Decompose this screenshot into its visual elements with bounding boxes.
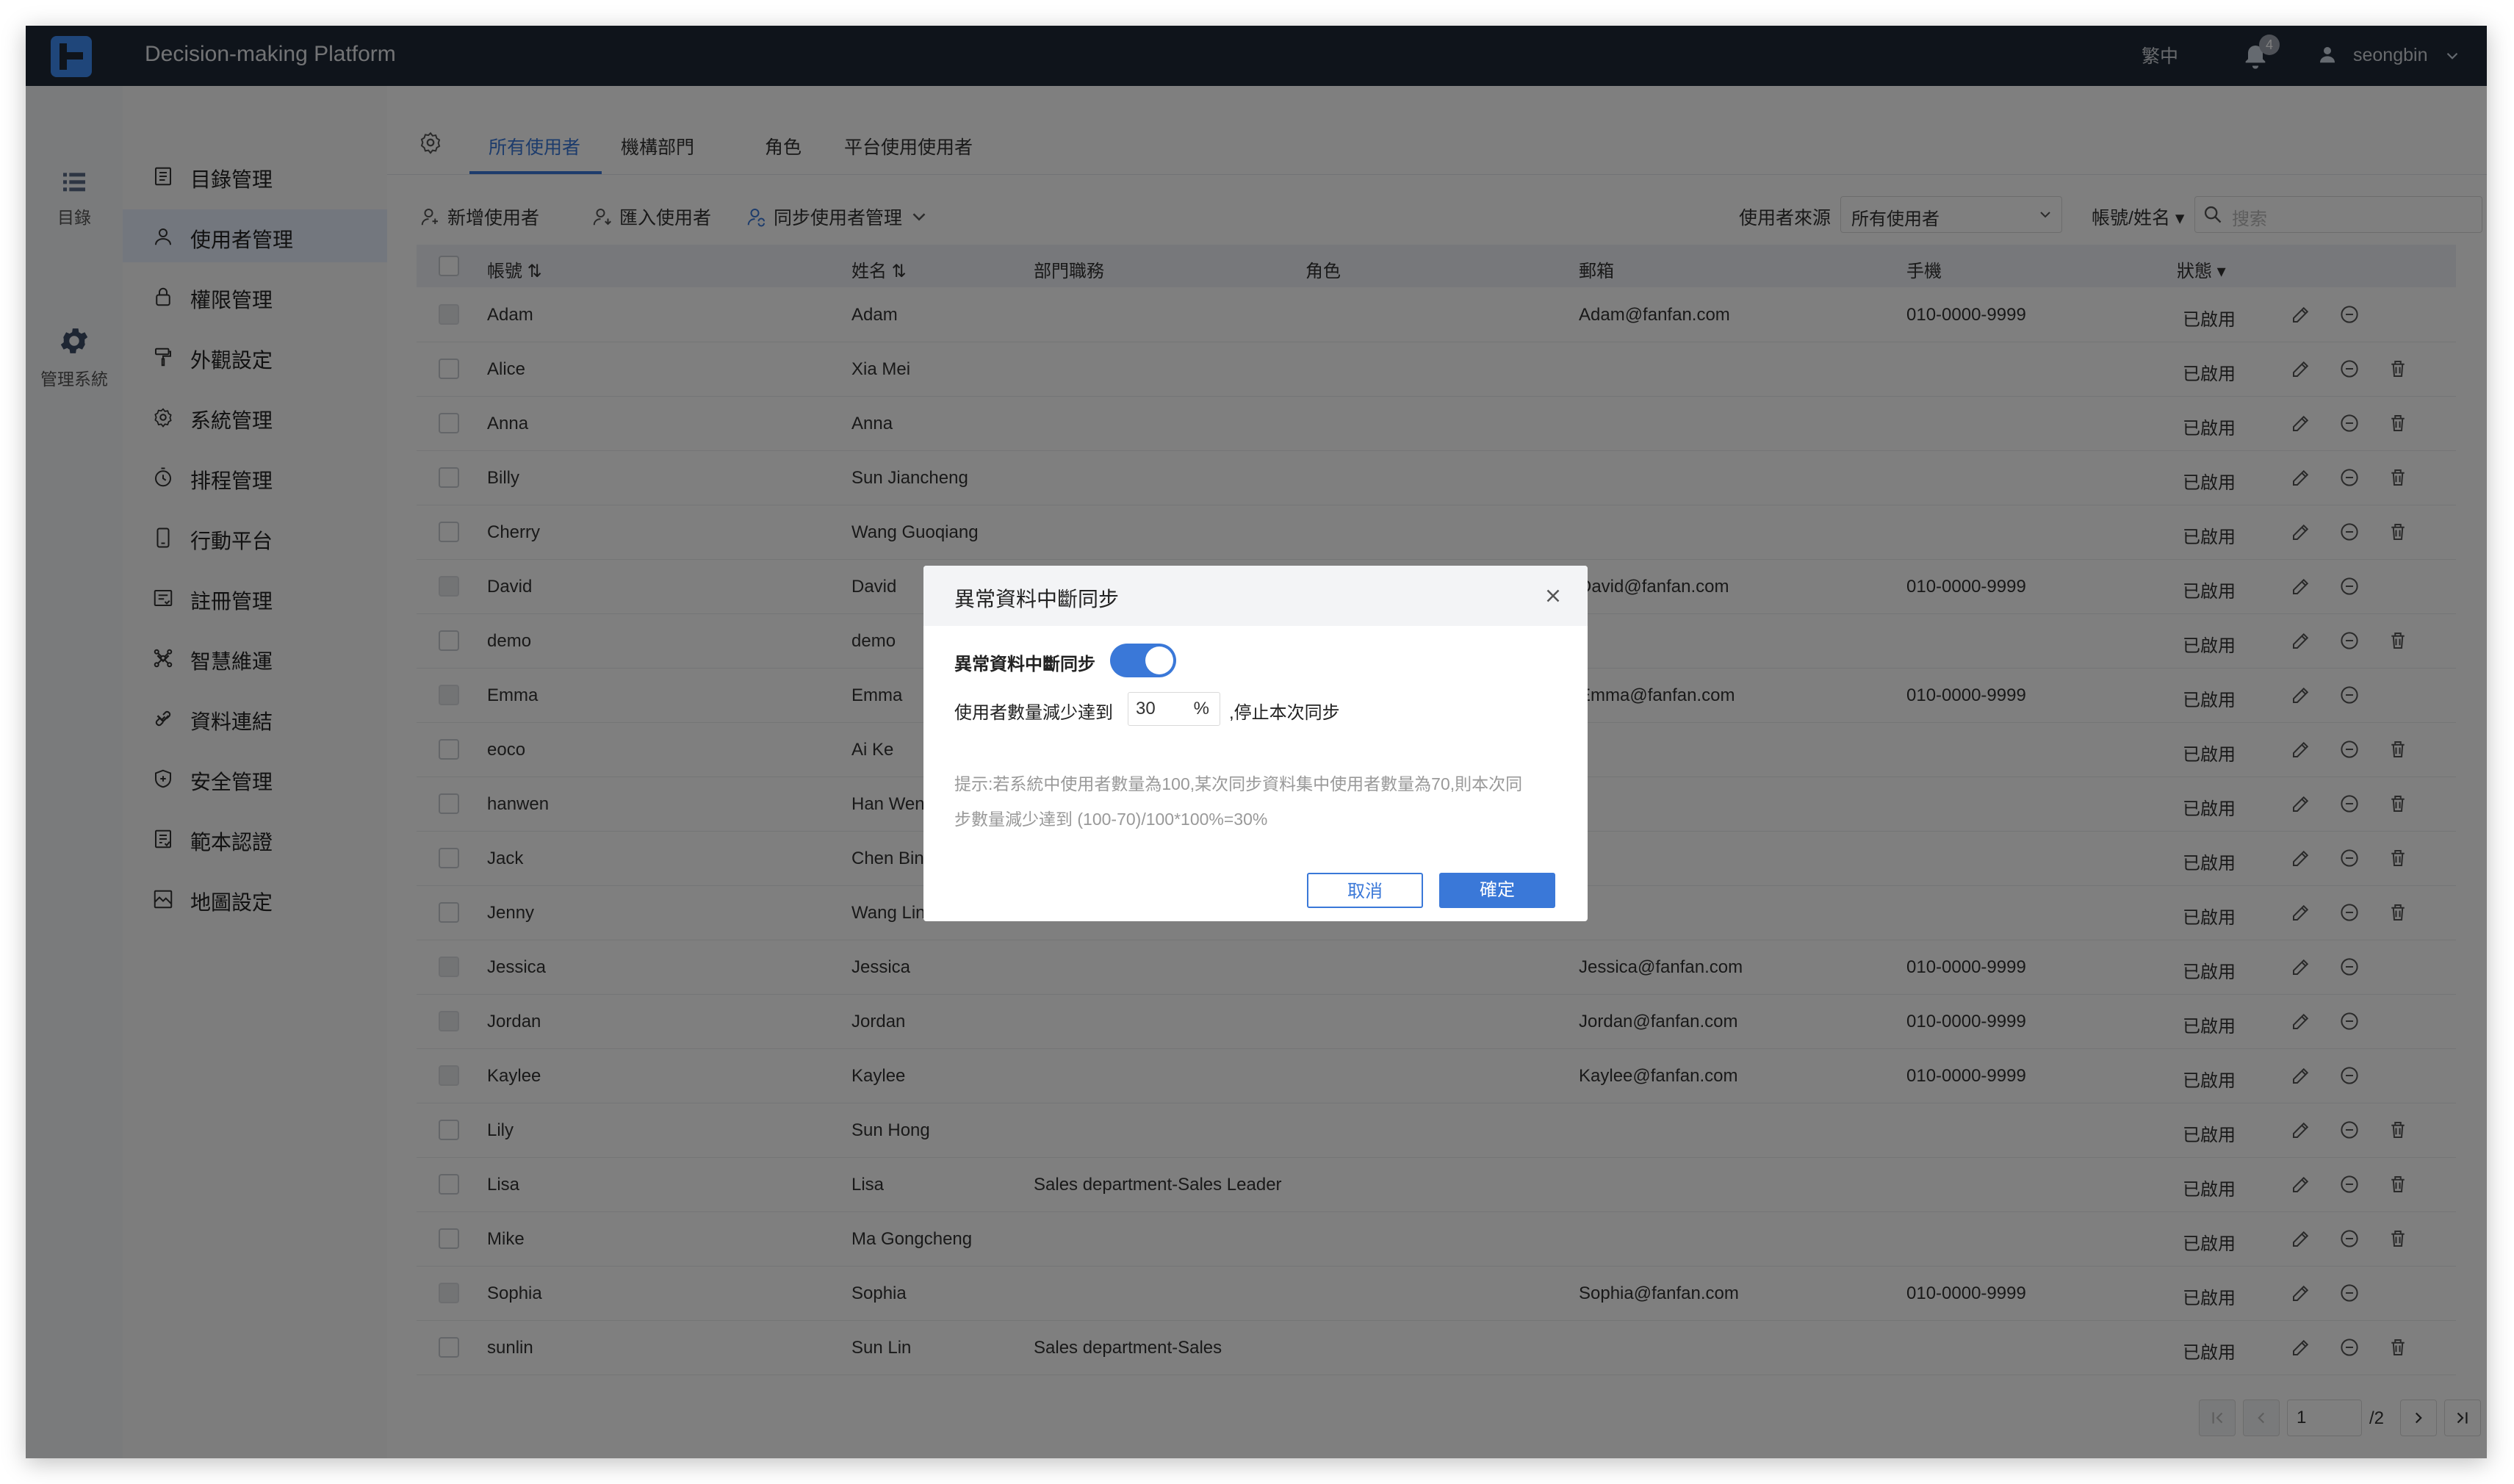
toggle-label: 異常資料中斷同步	[954, 655, 1095, 674]
hint-line-1: 提示:若系統中使用者數量為100,某次同步資料集中使用者數量為70,則本次同	[954, 774, 1523, 793]
threshold-unit: %	[1193, 699, 1209, 718]
close-icon[interactable]	[1542, 585, 1564, 607]
threshold-value: 30	[1136, 699, 1156, 718]
app-window: Decision-making Platform 繁中 4 seongbin 目…	[26, 26, 2487, 1458]
dialog-header: 異常資料中斷同步	[923, 566, 1588, 626]
sync-interrupt-dialog: 異常資料中斷同步 異常資料中斷同步 使用者數量減少達到 30 % ,停止本次同步…	[923, 566, 1588, 921]
threshold-label: 使用者數量減少達到	[954, 703, 1113, 723]
dialog-title: 異常資料中斷同步	[954, 588, 1120, 610]
threshold-suffix: ,停止本次同步	[1229, 703, 1340, 723]
threshold-input[interactable]: 30 %	[1128, 692, 1220, 726]
sync-interrupt-toggle[interactable]	[1110, 644, 1176, 677]
confirm-button[interactable]: 確定	[1439, 873, 1555, 908]
cancel-button[interactable]: 取消	[1307, 873, 1423, 908]
hint-line-2: 步數量減少達到 (100-70)/100*100%=30%	[954, 810, 1268, 829]
